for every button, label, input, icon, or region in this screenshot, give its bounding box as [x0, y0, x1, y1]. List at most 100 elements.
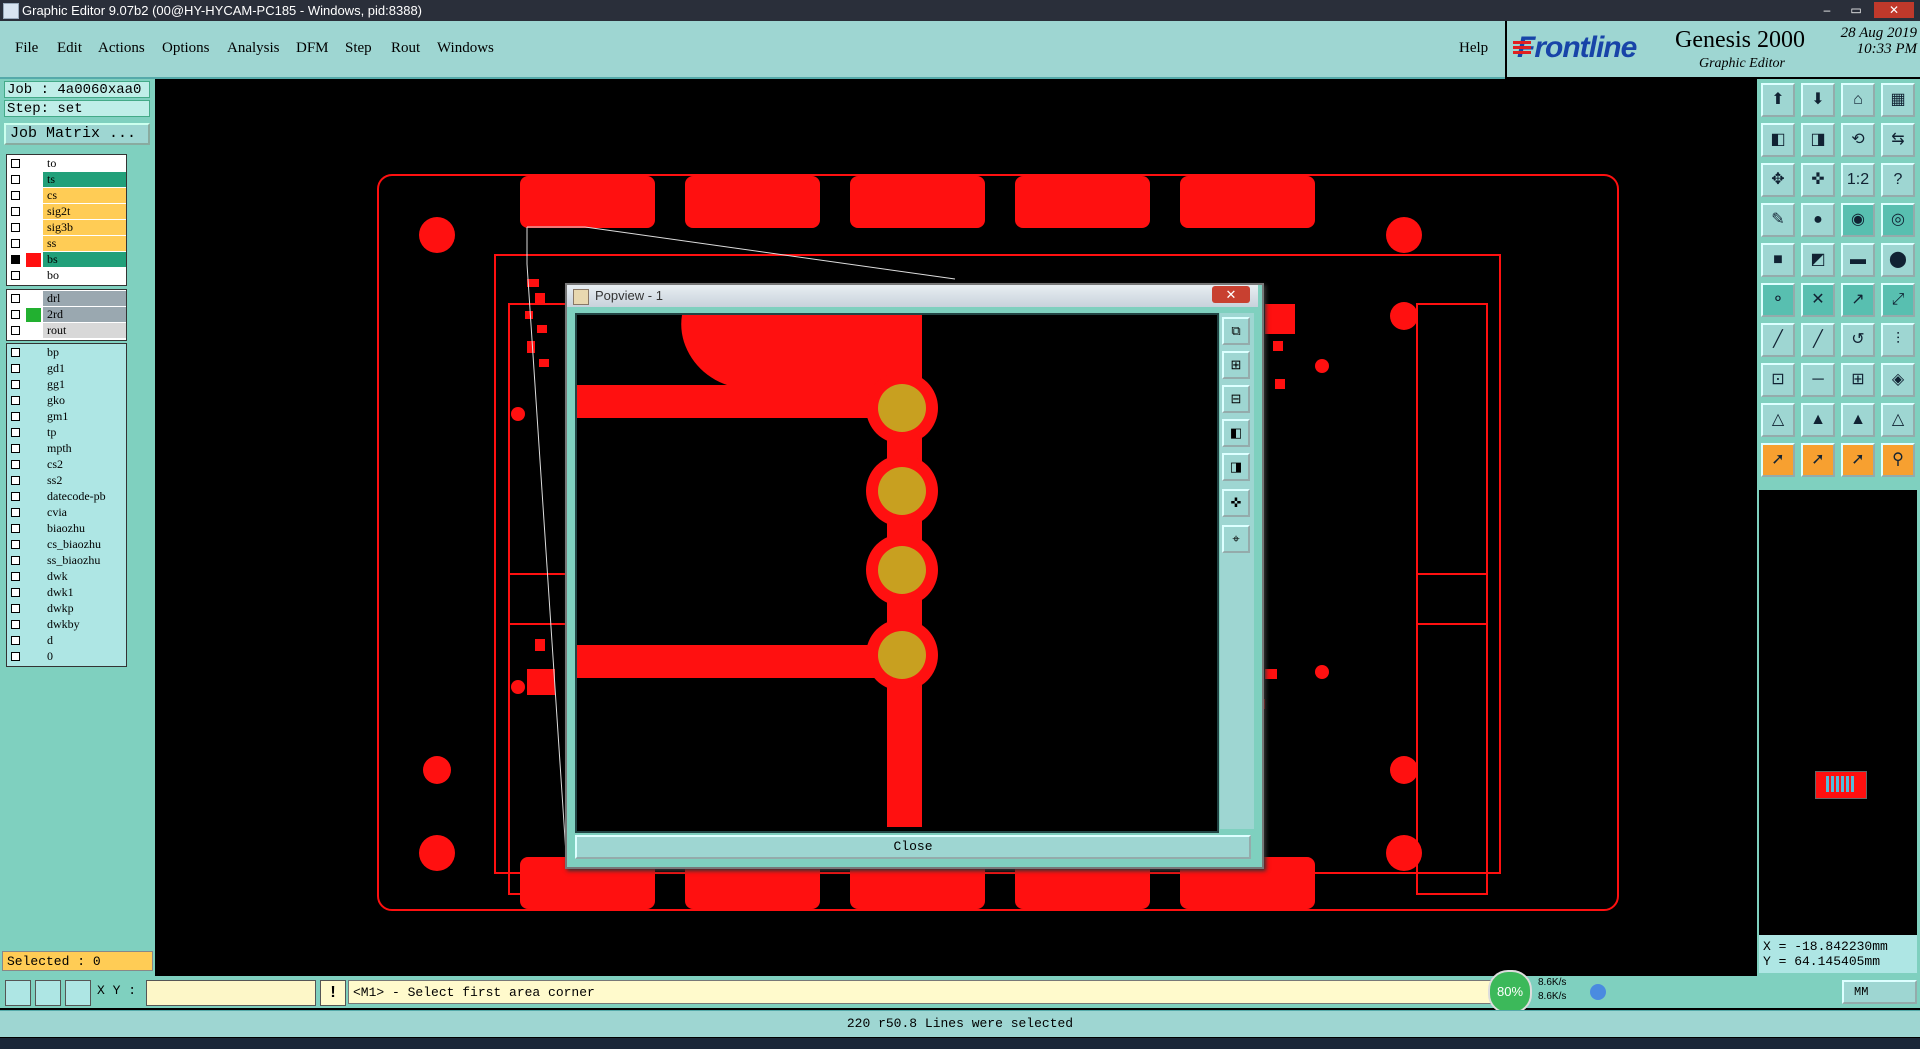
layer-swatch[interactable] — [26, 346, 41, 360]
layer-checkbox[interactable] — [11, 652, 20, 661]
layer-checkbox[interactable] — [11, 191, 20, 200]
layer-checkbox[interactable] — [11, 556, 20, 565]
layer-checkbox[interactable] — [11, 588, 20, 597]
layer-row-cs_biaozhu[interactable]: cs_biaozhu — [7, 537, 126, 553]
layer-checkbox[interactable] — [11, 444, 20, 453]
tool-button-26-icon[interactable]: ╱ — [1801, 323, 1835, 357]
layer-row-sig3b[interactable]: sig3b — [7, 220, 126, 236]
layer-row-gm1[interactable]: gm1 — [7, 409, 126, 425]
layer-checkbox[interactable] — [11, 476, 20, 485]
popview-canvas[interactable] — [575, 313, 1219, 833]
layer-row-drl[interactable]: drl — [7, 291, 126, 307]
network-plus-icon[interactable] — [1590, 984, 1606, 1000]
layer-swatch[interactable] — [26, 538, 41, 552]
layer-row-biaozhu[interactable]: biaozhu — [7, 521, 126, 537]
menu-dfm[interactable]: DFM — [296, 40, 329, 57]
layer-checkbox[interactable] — [11, 396, 20, 405]
layer-checkbox[interactable] — [11, 271, 20, 280]
tool-button-31-icon[interactable]: ⊞ — [1841, 363, 1875, 397]
tool-button-16-icon[interactable]: ◎ — [1881, 203, 1915, 237]
layer-swatch[interactable] — [26, 602, 41, 616]
zoom-out-icon[interactable]: ⊟ — [1222, 385, 1250, 413]
layer-row-bo[interactable]: bo — [7, 268, 126, 284]
menu-rout[interactable]: Rout — [391, 40, 420, 57]
tool-button-25-icon[interactable]: ╱ — [1761, 323, 1795, 357]
layer-swatch[interactable] — [26, 474, 41, 488]
layer-checkbox[interactable] — [11, 159, 20, 168]
tool-button-35-icon[interactable]: ▲ — [1841, 403, 1875, 437]
layer-checkbox[interactable] — [11, 294, 20, 303]
layer-checkbox[interactable] — [11, 255, 20, 264]
info-icon[interactable]: ! — [320, 980, 346, 1006]
layer-row-gko[interactable]: gko — [7, 393, 126, 409]
layer-row-to[interactable]: to — [7, 156, 126, 172]
layer-swatch[interactable] — [26, 522, 41, 536]
tool-button-32-icon[interactable]: ◈ — [1881, 363, 1915, 397]
layer-row-bp[interactable]: bp — [7, 345, 126, 361]
layer-row-cs2[interactable]: cs2 — [7, 457, 126, 473]
layer-checkbox[interactable] — [11, 428, 20, 437]
layer-swatch[interactable] — [26, 237, 41, 251]
fit-icon[interactable]: ✜ — [1222, 489, 1250, 517]
zoom-in-icon[interactable]: ⊞ — [1222, 351, 1250, 379]
tool-button-18-icon[interactable]: ◩ — [1801, 243, 1835, 277]
layer-swatch[interactable] — [26, 253, 41, 267]
tool-button-27-icon[interactable]: ↺ — [1841, 323, 1875, 357]
tool-button-13-icon[interactable]: ✎ — [1761, 203, 1795, 237]
menu-edit[interactable]: Edit — [57, 40, 82, 57]
tool-button-3-icon[interactable]: ⌂ — [1841, 83, 1875, 117]
layer-row-datecode-pb[interactable]: datecode-pb — [7, 489, 126, 505]
layer-row-gg1[interactable]: gg1 — [7, 377, 126, 393]
layer-swatch[interactable] — [26, 205, 41, 219]
layer-swatch[interactable] — [26, 634, 41, 648]
layer-swatch[interactable] — [26, 586, 41, 600]
menu-step[interactable]: Step — [345, 40, 372, 57]
tool-button-36-icon[interactable]: △ — [1881, 403, 1915, 437]
popview-close-button[interactable]: Close — [575, 835, 1251, 859]
tool-button-6-icon[interactable]: ◨ — [1801, 123, 1835, 157]
layer-row-dwk1[interactable]: dwk1 — [7, 585, 126, 601]
layer-swatch[interactable] — [26, 308, 41, 322]
layer-swatch[interactable] — [26, 394, 41, 408]
layer-row-dwk[interactable]: dwk — [7, 569, 126, 585]
tool-button-4-icon[interactable]: ▦ — [1881, 83, 1915, 117]
layer-checkbox[interactable] — [11, 380, 20, 389]
layer-checkbox[interactable] — [11, 636, 20, 645]
layer-checkbox[interactable] — [11, 492, 20, 501]
layer-row-mpth[interactable]: mpth — [7, 441, 126, 457]
layer-swatch[interactable] — [26, 292, 41, 306]
pan-right-icon[interactable]: ◨ — [1222, 453, 1250, 481]
menu-options[interactable]: Options — [162, 40, 210, 57]
menu-windows[interactable]: Windows — [437, 40, 494, 57]
layer-row-dwkby[interactable]: dwkby — [7, 617, 126, 633]
tool-button-9-icon[interactable]: ✥ — [1761, 163, 1795, 197]
layer-checkbox[interactable] — [11, 326, 20, 335]
layer-swatch[interactable] — [26, 458, 41, 472]
layer-swatch[interactable] — [26, 618, 41, 632]
popview-titlebar[interactable]: Popview - 1 ✕ — [567, 285, 1258, 307]
job-matrix-button[interactable]: Job Matrix ... — [4, 123, 150, 145]
tool-button-24-icon[interactable]: ⤢ — [1881, 283, 1915, 317]
layer-checkbox[interactable] — [11, 620, 20, 629]
menu-file[interactable]: File — [15, 40, 38, 57]
layer-swatch[interactable] — [26, 173, 41, 187]
layer-row-d[interactable]: d — [7, 633, 126, 649]
tool-button-28-icon[interactable]: ⫶ — [1881, 323, 1915, 357]
layer-row-tp[interactable]: tp — [7, 425, 126, 441]
tool-button-8-icon[interactable]: ⇆ — [1881, 123, 1915, 157]
layer-row-cs[interactable]: cs — [7, 188, 126, 204]
tool-button-14-icon[interactable]: ● — [1801, 203, 1835, 237]
tool-button-34-icon[interactable]: ▲ — [1801, 403, 1835, 437]
layer-swatch[interactable] — [26, 506, 41, 520]
layer-checkbox[interactable] — [11, 364, 20, 373]
tool-button-22-icon[interactable]: ✕ — [1801, 283, 1835, 317]
layer-checkbox[interactable] — [11, 348, 20, 357]
tool-button-37-icon[interactable]: ➚ — [1761, 443, 1795, 477]
layer-checkbox[interactable] — [11, 604, 20, 613]
layer-swatch[interactable] — [26, 490, 41, 504]
tool-button-20-icon[interactable]: ⬤ — [1881, 243, 1915, 277]
grid-icon[interactable] — [65, 980, 91, 1006]
measure-icon[interactable] — [35, 980, 61, 1006]
snap-icon[interactable] — [5, 980, 31, 1006]
layer-checkbox[interactable] — [11, 310, 20, 319]
